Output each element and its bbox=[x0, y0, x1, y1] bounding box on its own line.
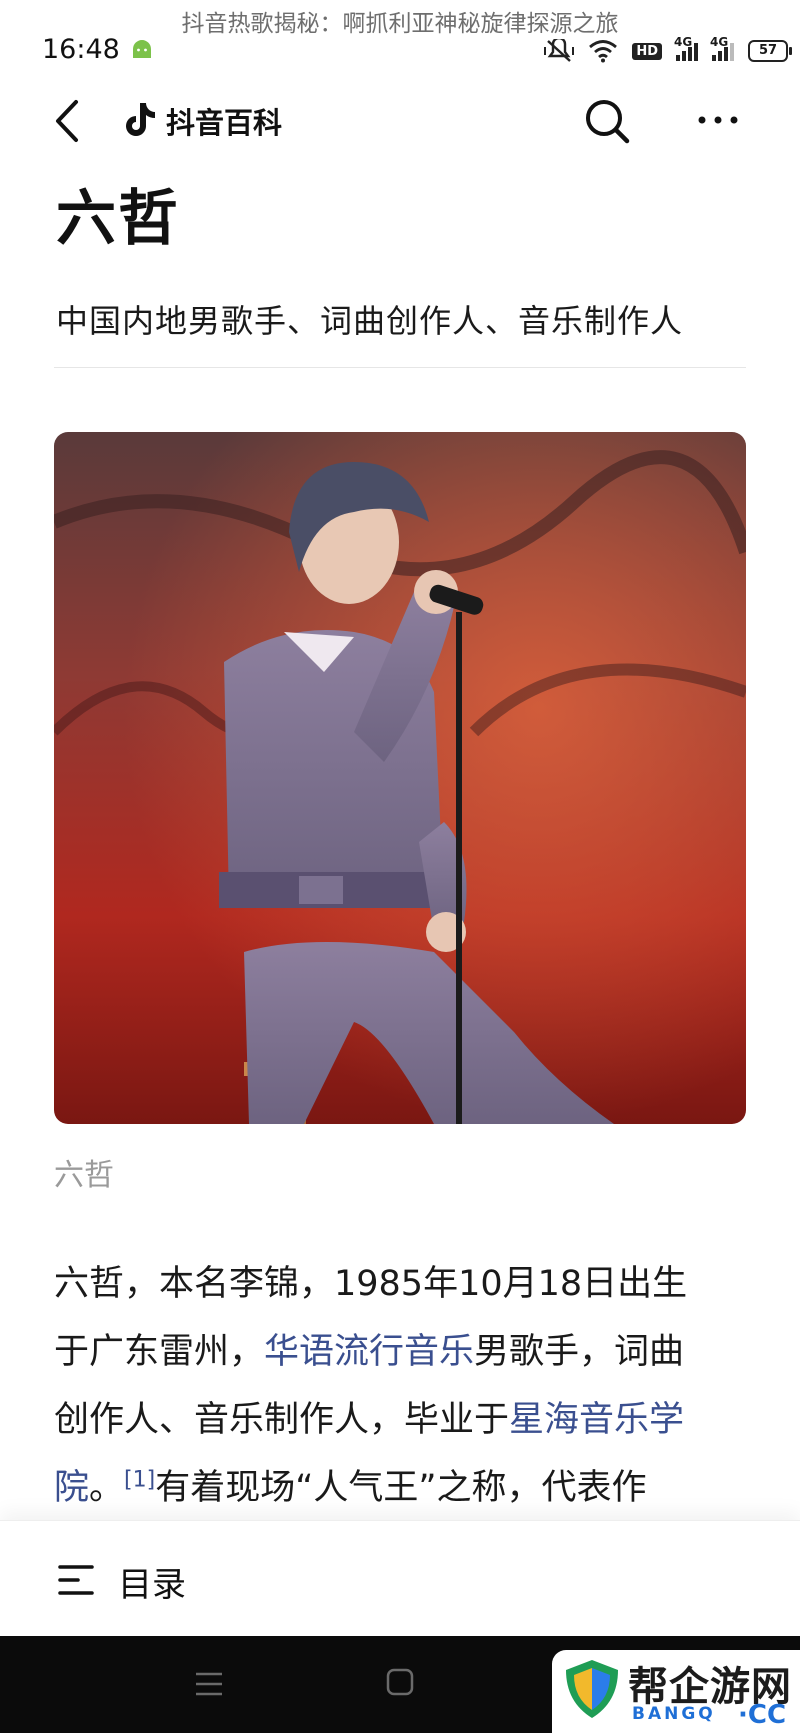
home-icon[interactable] bbox=[386, 1668, 414, 1696]
page-title: 六哲 bbox=[56, 184, 180, 254]
app-title: 抖音百科 bbox=[166, 106, 283, 140]
watermark-cc: ·CC bbox=[738, 1700, 787, 1730]
signal-label: 4G bbox=[674, 35, 693, 49]
intro-line: 院。[1]有着现场“人气王”之称，代表作 bbox=[54, 1454, 754, 1522]
system-nav-bar: 帮企游网 BANGQ ·CC bbox=[0, 1636, 800, 1733]
watermark: 帮企游网 BANGQ ·CC bbox=[552, 1650, 800, 1733]
watermark-subtext: BANGQ bbox=[632, 1704, 716, 1724]
watermark-shield-logo-icon bbox=[566, 1660, 618, 1718]
singer-photo[interactable] bbox=[54, 432, 746, 1124]
toc-label[interactable]: 目录 bbox=[118, 1557, 186, 1606]
search-icon[interactable] bbox=[582, 96, 632, 146]
intro-text: 男歌手，词曲 bbox=[474, 1332, 685, 1372]
douyin-logo-icon bbox=[126, 103, 155, 136]
divider bbox=[54, 367, 746, 368]
toc-icon bbox=[58, 1565, 94, 1595]
android-icon bbox=[133, 40, 151, 58]
intro-line: 六哲，本名李锦，1985年10月18日出生 bbox=[54, 1264, 688, 1304]
back-button[interactable] bbox=[50, 96, 90, 146]
status-icons: HD 4G 4G 57 bbox=[544, 35, 792, 66]
page-subtitle: 中国内地男歌手、词曲创作人、音乐制作人 bbox=[56, 302, 684, 340]
intro-text: 创作人、音乐制作人，毕业于 bbox=[54, 1400, 510, 1440]
image-caption: 六哲 bbox=[54, 1158, 114, 1193]
intro-text: 。 bbox=[89, 1468, 125, 1508]
link-xinghai-conservatory-cont[interactable]: 院 bbox=[54, 1468, 89, 1508]
hd-badge: HD bbox=[632, 42, 662, 60]
mute-vibrate-icon bbox=[544, 39, 575, 62]
toc-bar[interactable]: 目录 bbox=[0, 1520, 800, 1637]
battery-icon: 57 bbox=[748, 40, 792, 62]
more-icon[interactable] bbox=[694, 100, 744, 140]
signal-label: 4G bbox=[710, 35, 729, 49]
status-bar: 16:48 HD 4G 4G 57 bbox=[0, 30, 800, 74]
intro-text: 于广东雷州， bbox=[54, 1332, 265, 1372]
intro-text: 有着现场“人气王”之称，代表作 bbox=[155, 1468, 647, 1508]
wifi-icon bbox=[589, 40, 618, 63]
link-xinghai-conservatory[interactable]: 星海音乐学 bbox=[509, 1400, 684, 1440]
signal-icon: 4G bbox=[710, 35, 734, 61]
singer-photo-illustration bbox=[54, 432, 746, 1124]
citation-link[interactable]: [1] bbox=[124, 1467, 155, 1492]
intro-line: 于广东雷州，华语流行音乐男歌手，词曲 bbox=[54, 1318, 754, 1386]
signal-icon: 4G bbox=[674, 35, 698, 61]
intro-paragraph: 六哲，本名李锦，1985年10月18日出生 于广东雷州，华语流行音乐男歌手，词曲… bbox=[54, 1250, 754, 1522]
status-time: 16:48 bbox=[42, 34, 120, 65]
recent-apps-icon[interactable] bbox=[194, 1671, 224, 1697]
link-pop-music[interactable]: 华语流行音乐 bbox=[264, 1332, 474, 1372]
intro-line: 创作人、音乐制作人，毕业于星海音乐学 bbox=[54, 1386, 754, 1454]
